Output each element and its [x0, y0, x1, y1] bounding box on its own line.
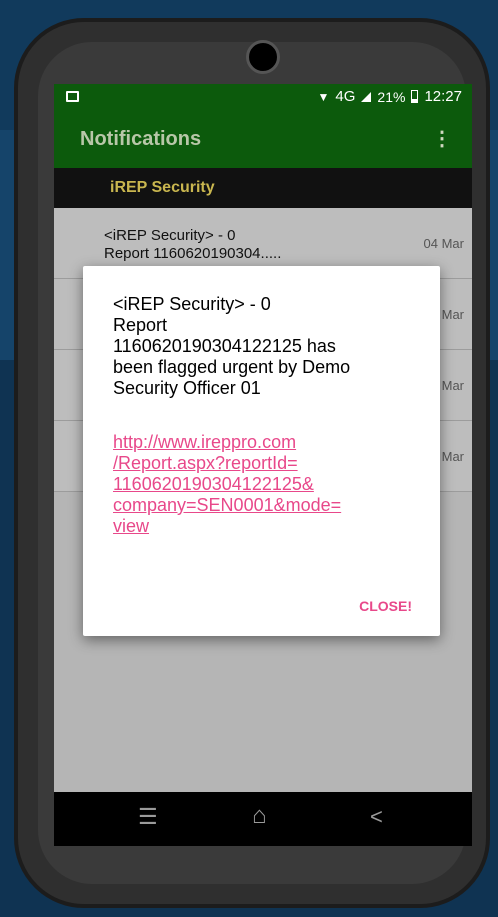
notification-body: Report 1160620190304.....: [104, 245, 282, 262]
app-bar: Notifications ⋮: [54, 112, 472, 168]
section-title: iREP Security: [110, 179, 215, 196]
page-title: Notifications: [80, 128, 202, 150]
network-label: 4G: [335, 88, 356, 105]
section-header: iREP Security: [54, 168, 472, 208]
signal-icon: [361, 91, 372, 102]
notification-date: Mar: [441, 307, 464, 322]
home-icon[interactable]: ⌂: [252, 802, 267, 830]
clock: 12:27: [424, 88, 462, 105]
battery-percent: 21%: [377, 88, 406, 105]
wifi-icon: ▼: [317, 89, 330, 104]
notification-dialog: <iREP Security> - 0 Report 1160620190304…: [83, 266, 440, 636]
image-notification-icon: [66, 91, 79, 102]
overflow-menu-icon[interactable]: ⋮: [432, 126, 452, 151]
navigation-bar: ☰ ⌂ <: [54, 792, 472, 846]
back-icon[interactable]: <: [370, 804, 383, 830]
battery-icon: [411, 90, 419, 103]
notification-date: Mar: [441, 449, 464, 464]
notification-title: <iREP Security> - 0: [104, 227, 236, 244]
close-button[interactable]: CLOSE!: [359, 598, 412, 614]
report-link[interactable]: http://www.ireppro.com /Report.aspx?repo…: [113, 432, 423, 537]
dialog-message: <iREP Security> - 0 Report 1160620190304…: [113, 294, 351, 398]
notification-date: 04 Mar: [423, 236, 464, 251]
menu-icon[interactable]: ☰: [138, 804, 158, 830]
notification-date: Mar: [441, 378, 464, 393]
status-right: ▼ 4G 21% 12:27: [318, 88, 462, 105]
status-bar: ▼ 4G 21% 12:27: [54, 84, 472, 112]
front-camera-icon: [246, 40, 280, 74]
